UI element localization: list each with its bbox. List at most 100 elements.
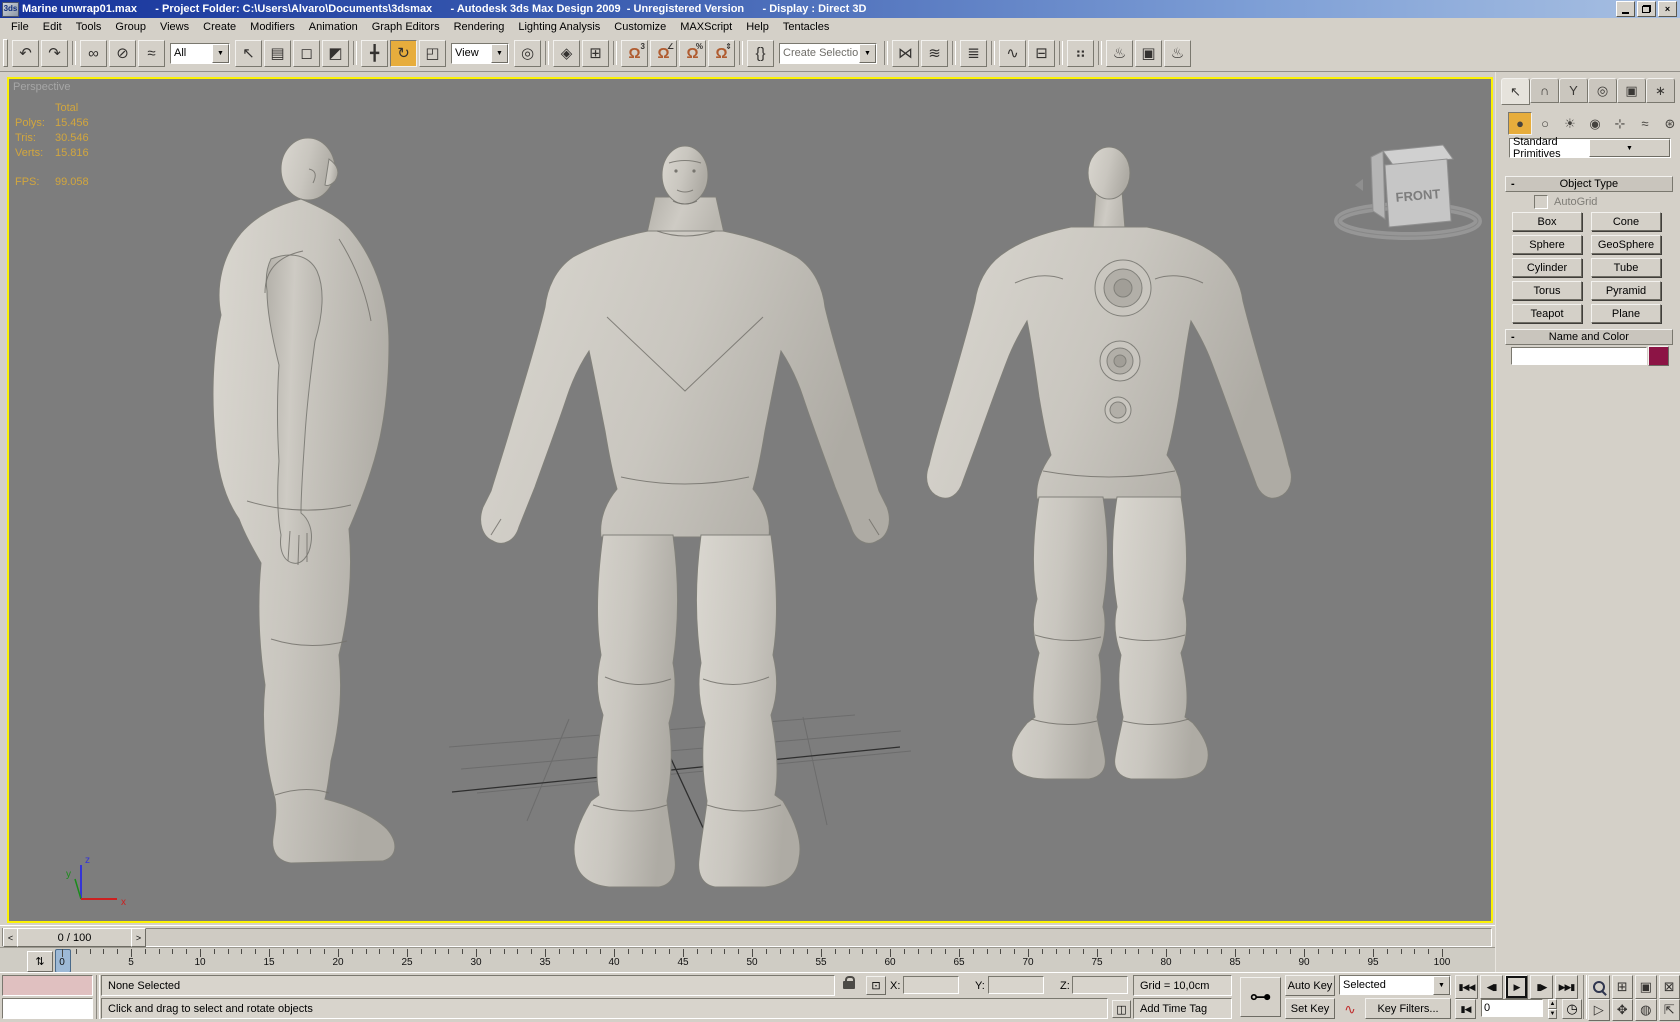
chevron-down-icon[interactable]: ▼	[491, 43, 508, 63]
category-space-warps[interactable]: ≈	[1633, 112, 1657, 135]
category-cameras[interactable]: ◉	[1583, 112, 1607, 135]
autogrid-checkbox[interactable]	[1534, 195, 1548, 209]
object-type-button-box[interactable]: Box	[1512, 212, 1582, 231]
chevron-down-icon[interactable]: ▼	[1589, 139, 1670, 157]
time-configuration-button[interactable]: ◷	[1562, 999, 1582, 1019]
material-editor-button[interactable]: ⠶	[1067, 39, 1094, 67]
menu-tools[interactable]: Tools	[69, 20, 109, 34]
isolate-selection-toggle[interactable]: ◫	[1112, 1000, 1131, 1018]
selection-lock-toggle[interactable]	[841, 975, 857, 995]
unlink-selection-button[interactable]: ⊘	[109, 39, 136, 67]
tab-hierarchy[interactable]: Y	[1559, 78, 1588, 103]
category-geometry[interactable]: ●	[1508, 112, 1532, 135]
spinner-up-icon[interactable]: ▲	[1548, 999, 1557, 1009]
use-pivot-point-center-button[interactable]: ◎	[514, 39, 541, 67]
perspective-viewport[interactable]: FRONT z y x Perspective Total Polys: 15.45…	[7, 77, 1493, 923]
primitive-category-dropdown[interactable]: Standard Primitives ▼	[1509, 136, 1671, 160]
select-and-move-button[interactable]: ╋	[361, 39, 388, 67]
previous-frame-arrow[interactable]: <	[3, 928, 18, 947]
tab-create[interactable]: ↖	[1501, 78, 1530, 105]
object-type-button-sphere[interactable]: Sphere	[1512, 235, 1582, 254]
z-coordinate-field[interactable]	[1072, 976, 1128, 994]
select-and-scale-button[interactable]: ◰	[419, 39, 446, 67]
spinner-down-icon[interactable]: ▼	[1548, 1009, 1557, 1019]
go-to-start-button[interactable]: ▮◀◀	[1455, 975, 1478, 999]
window-crossing-toggle[interactable]: ◩	[322, 39, 349, 67]
frame-spinner[interactable]: ▲ ▼	[1548, 999, 1557, 1019]
pan-view-button[interactable]: ✥	[1611, 999, 1633, 1021]
arc-rotate-button[interactable]: ◍	[1635, 999, 1657, 1021]
menu-file[interactable]: File	[4, 20, 36, 34]
object-type-button-teapot[interactable]: Teapot	[1512, 304, 1582, 323]
previous-frame-button[interactable]: ◀▮	[1480, 975, 1503, 999]
object-type-button-pyramid[interactable]: Pyramid	[1591, 281, 1661, 300]
undo-button[interactable]: ↶	[12, 39, 39, 67]
keyboard-shortcut-override-toggle[interactable]: ⊞	[582, 39, 609, 67]
rendered-frame-window-button[interactable]: ▣	[1135, 39, 1162, 67]
object-type-button-cylinder[interactable]: Cylinder	[1512, 258, 1582, 277]
percent-snap-toggle[interactable]: Ω%	[679, 39, 706, 67]
zoom-all-button[interactable]: ⊞	[1611, 975, 1633, 999]
chevron-down-icon[interactable]: ▼	[212, 43, 229, 63]
zoom-extents-all-button[interactable]: ⊠	[1658, 975, 1680, 999]
render-setup-button[interactable]: ♨	[1106, 39, 1133, 67]
menu-maxscript[interactable]: MAXScript	[673, 20, 739, 34]
menu-views[interactable]: Views	[153, 20, 196, 34]
model-front-view[interactable]	[480, 145, 890, 888]
object-color-swatch[interactable]	[1648, 346, 1669, 366]
play-animation-button[interactable]: ▶	[1505, 975, 1528, 999]
object-type-rollout-header[interactable]: - Object Type	[1505, 176, 1673, 192]
viewport-label[interactable]: Perspective	[13, 81, 70, 93]
name-and-color-rollout-header[interactable]: - Name and Color	[1505, 329, 1673, 345]
select-object-button[interactable]: ↖	[235, 39, 262, 67]
model-back-view[interactable]	[926, 146, 1292, 780]
reference-coordinate-system-dropdown[interactable]: View ▼	[451, 42, 509, 64]
model-side-view[interactable]	[212, 137, 396, 864]
select-and-rotate-button[interactable]: ↻	[390, 39, 417, 67]
next-frame-button[interactable]: ▮▶	[1530, 975, 1553, 999]
time-slider-track[interactable]	[2, 928, 1492, 947]
select-and-manipulate-button[interactable]: ◈	[553, 39, 580, 67]
object-type-button-geosphere[interactable]: GeoSphere	[1591, 235, 1661, 254]
key-filter-scope-dropdown[interactable]: Selected ▼	[1339, 975, 1451, 995]
redo-button[interactable]: ↷	[41, 39, 68, 67]
menu-create[interactable]: Create	[196, 20, 243, 34]
viewport-canvas[interactable]: FRONT z y x	[9, 79, 1491, 921]
toggle-set-key-mode-button[interactable]: ⊶	[1240, 977, 1281, 1017]
tab-modify[interactable]: ∩	[1530, 78, 1559, 103]
menu-group[interactable]: Group	[108, 20, 153, 34]
y-coordinate-field[interactable]	[988, 976, 1044, 994]
auto-key-button[interactable]: Auto Key	[1285, 975, 1335, 996]
chevron-down-icon[interactable]: ▼	[1433, 975, 1450, 995]
category-lights[interactable]: ☀	[1558, 112, 1582, 135]
select-by-name-button[interactable]: ▤	[264, 39, 291, 67]
key-mode-toggle[interactable]: ▮◀	[1455, 999, 1476, 1019]
x-coordinate-field[interactable]	[903, 976, 959, 994]
object-type-button-cone[interactable]: Cone	[1591, 212, 1661, 231]
viewcube[interactable]: FRONT	[1334, 144, 1482, 240]
menu-animation[interactable]: Animation	[302, 20, 365, 34]
menu-graph-editors[interactable]: Graph Editors	[365, 20, 447, 34]
selection-filter-dropdown[interactable]: All ▼	[170, 42, 230, 64]
menu-modifiers[interactable]: Modifiers	[243, 20, 302, 34]
edit-named-selection-sets-button[interactable]: {}	[747, 39, 774, 67]
maximize-viewport-toggle[interactable]: ⇱	[1658, 999, 1680, 1021]
maxscript-mini-listener-pink[interactable]	[2, 975, 93, 996]
named-selection-sets-combo[interactable]: Create Selection Set▼	[779, 42, 877, 64]
maxscript-mini-listener-white[interactable]	[2, 998, 93, 1019]
next-frame-arrow[interactable]: >	[131, 928, 146, 947]
spinner-snap-toggle[interactable]: Ω ⇕	[708, 39, 735, 67]
bind-to-space-warp-button[interactable]: ≈	[138, 39, 165, 67]
open-mini-curve-editor-button[interactable]: ⇅	[27, 951, 53, 972]
snaps-toggle[interactable]: Ω3	[621, 39, 648, 67]
tab-display[interactable]: ▣	[1617, 78, 1646, 103]
viewcube-left-arrow[interactable]	[1355, 179, 1363, 191]
menu-rendering[interactable]: Rendering	[447, 20, 512, 34]
menu-tentacles[interactable]: Tentacles	[776, 20, 836, 34]
key-filters-button[interactable]: Key Filters...	[1365, 998, 1451, 1019]
go-to-end-button[interactable]: ▶▶▮	[1555, 975, 1578, 999]
category-helpers[interactable]: ⊹	[1608, 112, 1632, 135]
render-production-button[interactable]: ♨	[1164, 39, 1191, 67]
object-type-button-plane[interactable]: Plane	[1591, 304, 1661, 323]
angle-snap-toggle[interactable]: Ω ∠	[650, 39, 677, 67]
